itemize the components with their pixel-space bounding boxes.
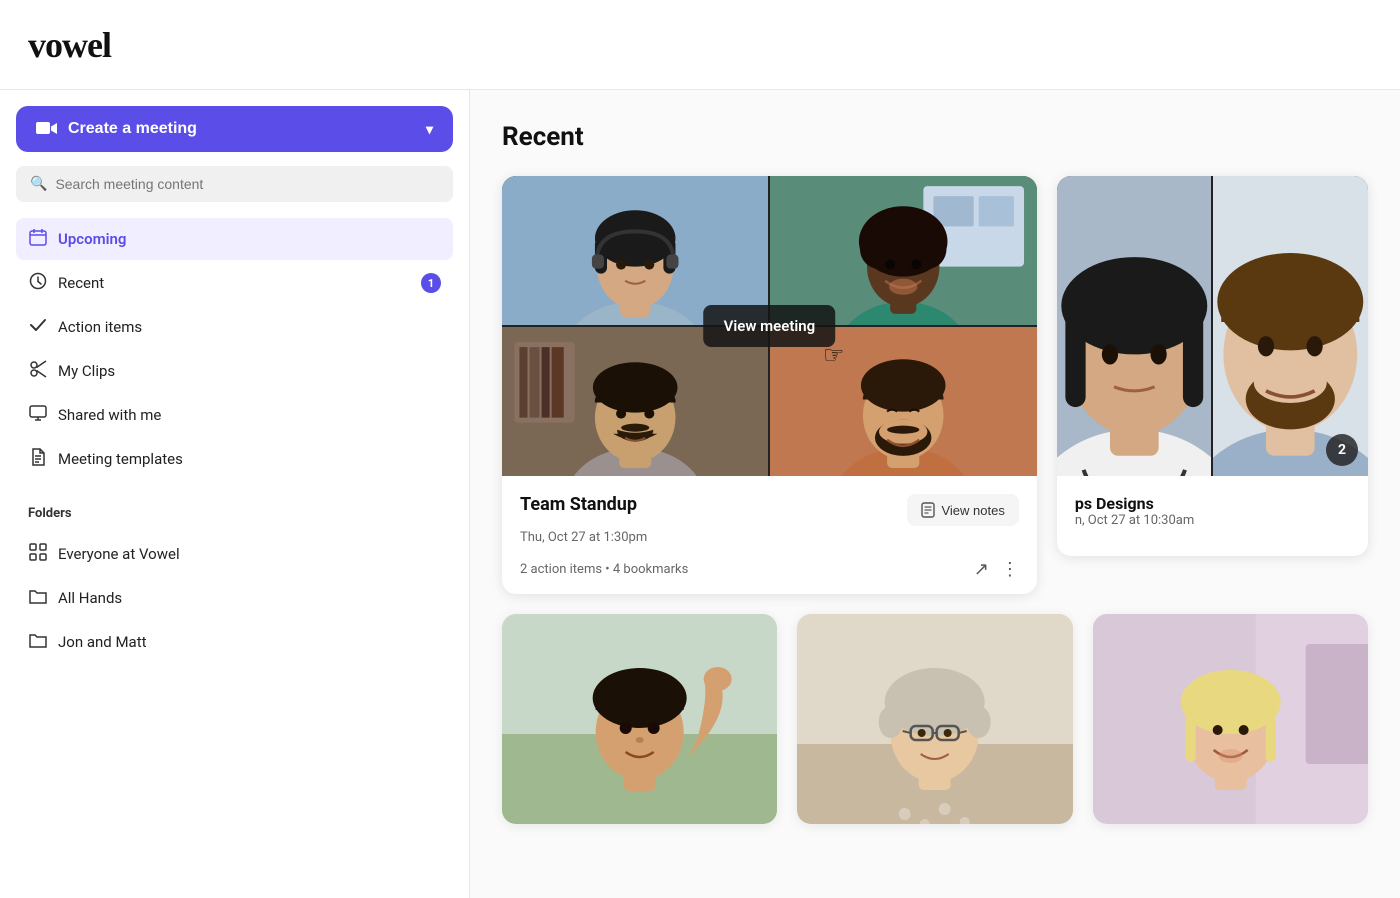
sidebar-item-all-hands[interactable]: All Hands <box>16 577 453 619</box>
video-cell-4 <box>770 327 1036 476</box>
sidebar-item-upcoming-label: Upcoming <box>58 230 126 248</box>
main-content: Recent <box>470 90 1400 898</box>
folders-title: Folders <box>16 500 453 527</box>
meeting-date: Thu, Oct 27 at 1:30pm <box>520 530 1019 545</box>
file-icon <box>28 448 48 470</box>
video-grid-2 <box>1057 176 1368 476</box>
ps-designs-title: ps Designs <box>1075 494 1350 513</box>
folder-all-hands-label: All Hands <box>58 589 122 607</box>
bottom-card-1-thumbnail <box>502 614 777 824</box>
bottom-card-3[interactable] <box>1093 614 1368 824</box>
folders-section: Folders Everyone at Vowel <box>16 500 453 663</box>
bottom-card-2-thumbnail <box>797 614 1072 824</box>
recent-badge: 1 <box>421 273 441 293</box>
video-cell-6 <box>1213 176 1368 476</box>
view-notes-label: View notes <box>941 503 1004 518</box>
scissors-icon <box>28 360 48 382</box>
bottom-card-1[interactable] <box>502 614 777 824</box>
meeting-card-ps-designs[interactable]: 2 ps Designs n, Oct 27 at 10:30am <box>1057 176 1368 556</box>
cursor-icon: ☞ <box>823 341 845 369</box>
search-icon: 🔍 <box>30 176 47 192</box>
search-bar[interactable]: 🔍 <box>16 166 453 202</box>
create-meeting-button[interactable]: Create a meeting ▾ <box>16 106 453 152</box>
meeting-thumbnail-team-standup: View meeting ☞ <box>502 176 1037 476</box>
meeting-meta-row: 2 action items • 4 bookmarks ↗ ⋮ <box>520 559 1019 580</box>
view-meeting-overlay[interactable]: View meeting <box>704 305 836 347</box>
ps-designs-date: n, Oct 27 at 10:30am <box>1075 513 1350 528</box>
sidebar-item-my-clips-label: My Clips <box>58 362 115 380</box>
video-cell-5 <box>1057 176 1212 476</box>
sidebar-item-recent-label: Recent <box>58 274 104 292</box>
more-options-icon[interactable]: ⋮ <box>1001 559 1019 580</box>
share-icon[interactable]: ↗ <box>974 559 989 580</box>
notes-icon <box>921 502 935 518</box>
meeting-stats: 2 action items • 4 bookmarks <box>520 562 688 577</box>
sidebar-item-action-items-label: Action items <box>58 318 142 336</box>
sidebar: Create a meeting ▾ 🔍 <box>0 90 470 898</box>
create-meeting-label: Create a meeting <box>68 120 197 138</box>
bottom-cards-row <box>502 614 1368 824</box>
sidebar-item-everyone-at-vowel[interactable]: Everyone at Vowel <box>16 533 453 575</box>
sidebar-item-action-items[interactable]: Action items <box>16 306 453 348</box>
partial-number-badge: 2 <box>1326 434 1358 466</box>
sidebar-item-upcoming[interactable]: Upcoming <box>16 218 453 260</box>
monitor-icon <box>28 404 48 426</box>
header: vowel <box>0 0 1400 90</box>
video-cell-1 <box>502 176 768 325</box>
search-input[interactable] <box>55 176 439 192</box>
section-title: Recent <box>502 122 1368 152</box>
sidebar-item-shared-with-me[interactable]: Shared with me <box>16 394 453 436</box>
clock-icon <box>28 272 48 294</box>
calendar-icon <box>28 228 48 250</box>
sidebar-item-my-clips[interactable]: My Clips <box>16 350 453 392</box>
meeting-actions: ↗ ⋮ <box>974 559 1019 580</box>
check-icon <box>28 316 48 338</box>
grid-icon <box>28 543 48 565</box>
video-cell-3 <box>502 327 768 476</box>
meeting-card-header: Team Standup View notes <box>520 494 1019 526</box>
ps-designs-thumbnail: 2 <box>1057 176 1368 476</box>
nav-list: Upcoming Recent 1 <box>16 218 453 480</box>
sidebar-item-shared-with-me-label: Shared with me <box>58 406 161 424</box>
sidebar-item-meeting-templates[interactable]: Meeting templates <box>16 438 453 480</box>
video-camera-icon <box>36 121 58 137</box>
sidebar-item-recent[interactable]: Recent 1 <box>16 262 453 304</box>
create-meeting-button-left: Create a meeting <box>36 120 197 138</box>
main-layout: Create a meeting ▾ 🔍 <box>0 90 1400 898</box>
sidebar-item-jon-and-matt[interactable]: Jon and Matt <box>16 621 453 663</box>
bottom-card-2[interactable] <box>797 614 1072 824</box>
folder-icon-all-hands <box>28 587 48 609</box>
ps-designs-card-body: ps Designs n, Oct 27 at 10:30am <box>1057 476 1368 556</box>
folder-icon-jon-matt <box>28 631 48 653</box>
sidebar-item-meeting-templates-label: Meeting templates <box>58 450 183 468</box>
logo: vowel <box>28 24 111 66</box>
meeting-title: Team Standup <box>520 494 637 515</box>
folder-jon-matt-label: Jon and Matt <box>58 633 147 651</box>
folder-everyone-label: Everyone at Vowel <box>58 545 180 563</box>
view-notes-button[interactable]: View notes <box>907 494 1018 526</box>
meeting-card-body-team-standup: Team Standup View notes Thu, Oct 27 at 1… <box>502 476 1037 594</box>
cards-row: View meeting ☞ Team Standup <box>502 176 1368 594</box>
video-cell-2 <box>770 176 1036 325</box>
meeting-card-team-standup[interactable]: View meeting ☞ Team Standup <box>502 176 1037 594</box>
bottom-card-3-thumbnail <box>1093 614 1368 824</box>
chevron-down-icon: ▾ <box>426 121 433 138</box>
